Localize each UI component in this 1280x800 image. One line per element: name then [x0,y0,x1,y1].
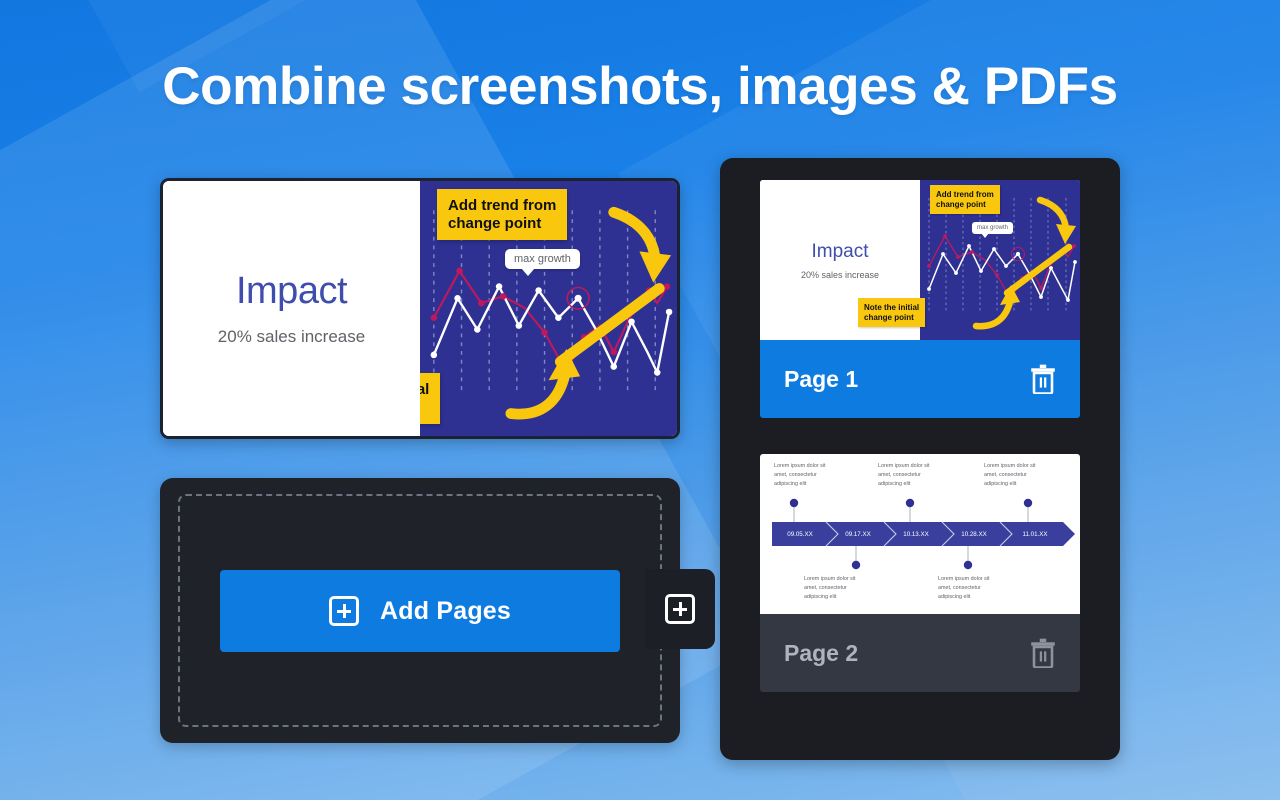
svg-text:adipiscing elit: adipiscing elit [984,481,1017,487]
slide-preview-card[interactable]: Impact 20% sales increase max growth Add… [160,178,680,439]
svg-text:adipiscing elit: adipiscing elit [804,594,837,600]
timeline-lorem-4a: Lorem ipsum dolor sit [938,576,990,582]
timeline-lorem-1a: Lorem ipsum dolor sit [774,463,826,469]
file-drop-zone[interactable]: Add Pages [160,478,680,743]
page-thumbnail-timeline-slide: Lorem ipsum dolor sit amet, consectetur … [760,454,1080,614]
add-pages-button[interactable]: Add Pages [220,570,620,652]
timeline-date-1: 09.05.XX [787,531,812,538]
callout-add-trend: Add trend from change point [437,189,568,241]
page-card-2[interactable]: Lorem ipsum dolor sit amet, consectetur … [760,454,1080,692]
side-add-page-tab[interactable] [645,569,715,649]
svg-text:adipiscing elit: adipiscing elit [938,594,971,600]
svg-text:adipiscing elit: adipiscing elit [878,481,911,487]
callout-note-change-point: Note the initial change point [420,373,441,425]
svg-text:amet, consectetur: amet, consectetur [984,472,1027,478]
add-pages-label: Add Pages [380,596,511,625]
max-growth-tooltip: max growth [505,249,580,276]
curved-arrow-top [608,206,661,265]
curved-arrow-top-head [639,251,672,283]
slide-chart-pane: max growth Add trend from change point N… [420,181,677,436]
page-thumbnail-impact-slide: Impact 20% sales increase max growth Add… [760,180,1080,340]
slide-title: Impact [235,270,348,312]
mini-callout-add-trend: Add trend from change point [930,185,1000,215]
page-card-1[interactable]: Impact 20% sales increase max growth Add… [760,180,1080,418]
timeline-lorem-5a: Lorem ipsum dolor sit [984,463,1036,469]
timeline-diagram: Lorem ipsum dolor sit amet, consectetur … [772,463,1075,600]
plus-square-icon [665,594,695,624]
page-footer-1: Page 1 [760,340,1080,418]
svg-text:amet, consectetur: amet, consectetur [878,472,921,478]
svg-text:amet, consectetur: amet, consectetur [774,472,817,478]
mini-curved-arrow-bottom [972,298,1014,330]
svg-text:adipiscing elit: adipiscing elit [774,481,807,487]
pages-panel: Impact 20% sales increase max growth Add… [720,158,1120,760]
timeline-date-5: 11.01.XX [1023,531,1048,538]
mini-slide-title: Impact [811,240,869,262]
app-canvas: Combine screenshots, images & PDFs Impac… [0,0,1280,800]
mini-slide-chart-pane: max growth Add trend from change point N… [858,180,1080,340]
mini-callout-note-change-point: Note the initial change point [858,298,926,328]
timeline-lorem-3a: Lorem ipsum dolor sit [878,463,930,469]
mini-max-growth-tooltip: max growth [972,222,1014,238]
trash-icon[interactable] [1030,638,1056,668]
slide-text-pane: Impact 20% sales increase [163,181,420,436]
page-footer-2: Page 2 [760,614,1080,692]
svg-text:amet, consectetur: amet, consectetur [938,585,981,591]
mini-curved-arrow-top-head [1056,224,1076,244]
mini-slide-subtitle: 20% sales increase [800,269,880,280]
timeline-lorem-2a: Lorem ipsum dolor sit [804,576,856,582]
timeline-date-2: 09.17.XX [845,531,870,538]
curved-arrow-bottom [505,371,570,420]
page-label: Page 1 [784,365,859,392]
timeline-date-3: 10.13.XX [903,531,928,538]
plus-square-icon [329,596,359,626]
page-label: Page 2 [784,639,859,666]
timeline-date-4: 10.28.XX [961,531,986,538]
svg-text:amet, consectetur: amet, consectetur [804,585,847,591]
page-title: Combine screenshots, images & PDFs [162,57,1118,116]
slide-subtitle: 20% sales increase [217,327,366,346]
trash-icon[interactable] [1030,364,1056,394]
